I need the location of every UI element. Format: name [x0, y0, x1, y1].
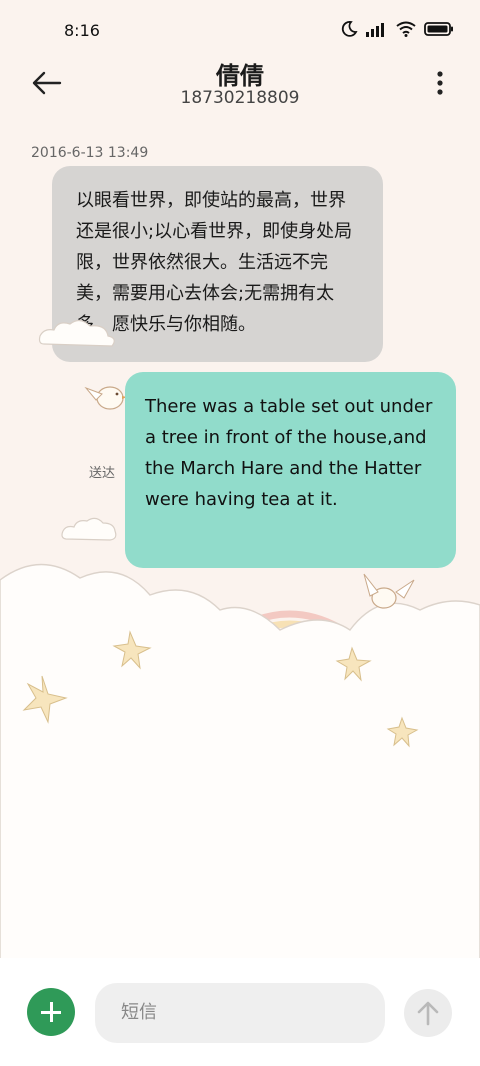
add-attachment-button[interactable] [27, 988, 75, 1036]
contact-name: 倩倩 [216, 62, 264, 90]
small-cloud-right [61, 517, 117, 541]
battery-icon [424, 22, 453, 36]
more-icon[interactable] [436, 70, 444, 96]
small-cloud-left [38, 319, 115, 347]
send-arrow-icon [417, 1001, 439, 1026]
message-timestamp: 2016-6-13 13:49 [31, 145, 149, 161]
moon-icon [341, 21, 358, 37]
conversation-header: 倩倩 18730218809 [0, 56, 480, 116]
status-bar: 8:16 [0, 0, 480, 62]
outgoing-message-bubble[interactable]: There was a table set out under a tree i… [125, 372, 456, 568]
clouds-background-illustration [0, 563, 480, 960]
delivery-status: 送达 [89, 466, 116, 481]
status-icons [340, 20, 454, 38]
contact-number: 18730218809 [180, 88, 300, 108]
composer-bar: 短信 [0, 958, 480, 1066]
message-input[interactable]: 短信 [95, 983, 385, 1043]
wifi-icon [396, 21, 416, 37]
bird-illustration [84, 386, 127, 410]
send-button[interactable] [404, 989, 452, 1037]
status-time: 8:16 [64, 21, 100, 40]
signal-icon [366, 23, 384, 37]
